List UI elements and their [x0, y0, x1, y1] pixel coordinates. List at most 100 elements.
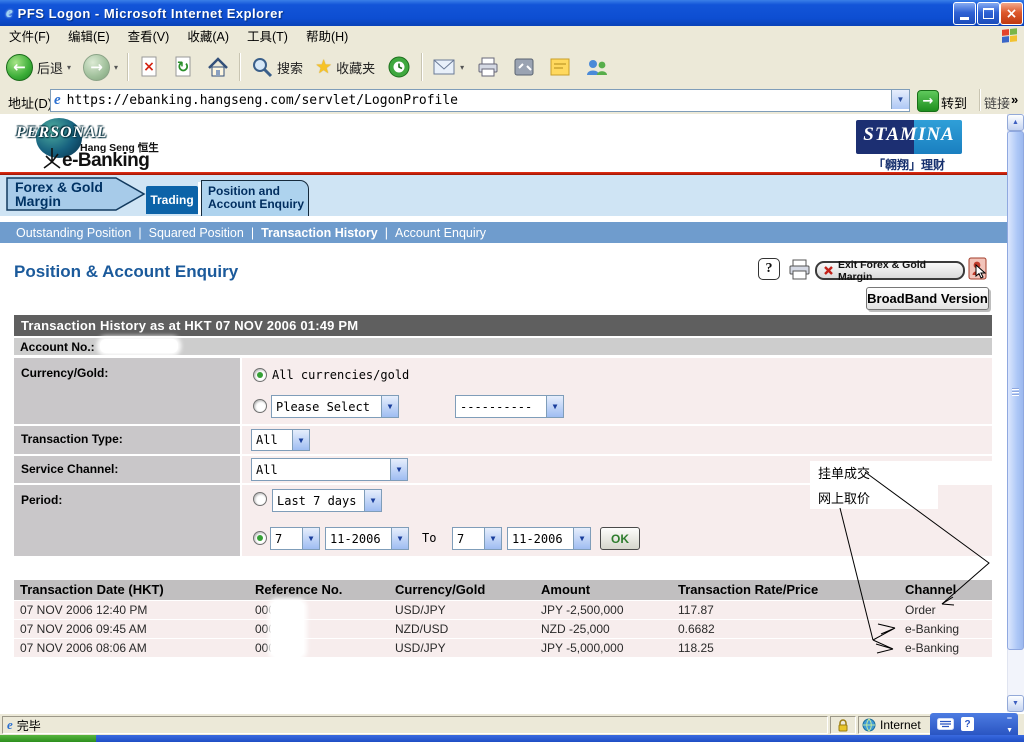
cell-date: 07 NOV 2006 08:06 AM: [20, 639, 147, 657]
period-preset-select[interactable]: Last 7 days ▼: [272, 489, 382, 512]
search-label: 搜索: [277, 58, 303, 77]
ok-button[interactable]: OK: [600, 527, 640, 550]
history-icon: [387, 55, 412, 80]
mail-button[interactable]: ▾: [426, 50, 470, 84]
taskbar-start-sliver[interactable]: [0, 735, 96, 742]
select-currency-radio[interactable]: [253, 399, 267, 413]
dropdown-arrow-icon[interactable]: ▼: [391, 528, 408, 549]
mail-icon: [432, 57, 456, 77]
broadband-version-button[interactable]: BroadBand Version: [866, 287, 989, 310]
subnav-squared-position[interactable]: Squared Position: [149, 226, 244, 240]
menu-help[interactable]: 帮助(H): [297, 26, 357, 48]
menu-tools[interactable]: 工具(T): [238, 26, 297, 48]
toolbar-separator: [979, 89, 981, 111]
dropdown-arrow-icon[interactable]: ▼: [573, 528, 590, 549]
exit-forex-gold-margin-button[interactable]: Exit Forex & Gold Margin: [815, 261, 965, 280]
edit-button[interactable]: [542, 50, 578, 84]
close-button[interactable]: ×: [1000, 2, 1023, 25]
ime-minimize-icon[interactable]: −: [1007, 713, 1012, 723]
ime-help-icon[interactable]: ?: [961, 717, 974, 731]
links-label[interactable]: 链接: [984, 93, 1010, 112]
dropdown-arrow-icon[interactable]: ▼: [390, 459, 407, 480]
menu-edit[interactable]: 编辑(E): [59, 26, 119, 48]
go-button[interactable]: →: [917, 90, 939, 112]
from-day-select[interactable]: 7 ▼: [270, 527, 320, 550]
fit-window-button[interactable]: [506, 50, 542, 84]
to-month-select[interactable]: 11-2006 ▼: [507, 527, 591, 550]
dropdown-arrow-icon[interactable]: ▼: [292, 430, 309, 450]
page-header: PERSONAL Hang Seng 恒生 e-Banking STAMINA …: [0, 114, 1007, 172]
browser-window: e PFS Logon - Microsoft Internet Explore…: [0, 0, 1024, 742]
page-icon: e: [54, 92, 61, 109]
keyboard-icon[interactable]: [937, 718, 954, 730]
svg-text:↻: ↻: [177, 58, 190, 76]
period-preset-radio[interactable]: [253, 492, 267, 506]
currency-select[interactable]: Please Select ▼: [271, 395, 399, 418]
table-row: 07 NOV 2006 08:06 AM 000 USD/JPY JPY -5,…: [14, 639, 992, 657]
refresh-icon: ↻: [172, 55, 194, 79]
currency-select-2[interactable]: ---------- ▼: [455, 395, 564, 418]
toolbar-separator: [127, 53, 129, 81]
menu-view[interactable]: 查看(V): [119, 26, 179, 48]
from-month-select[interactable]: 11-2006 ▼: [325, 527, 409, 550]
stop-button[interactable]: ×: [132, 50, 166, 84]
home-button[interactable]: [200, 50, 236, 84]
annotation-online-quote: 网上取价: [810, 485, 938, 509]
service-channel-label: Service Channel:: [14, 456, 240, 476]
dropdown-arrow-icon[interactable]: ▼: [364, 490, 381, 511]
cell-amount: JPY -2,500,000: [541, 601, 624, 619]
zone-label: Internet: [880, 718, 921, 732]
forward-dropdown-icon[interactable]: ▾: [114, 63, 118, 72]
account-number-redacted: [100, 339, 178, 353]
dropdown-arrow-icon[interactable]: ▼: [302, 528, 319, 549]
all-currencies-radio[interactable]: [253, 368, 267, 382]
subnav-pipe: |: [138, 226, 141, 240]
menu-file[interactable]: 文件(F): [0, 26, 59, 48]
restore-button[interactable]: [977, 2, 1000, 25]
forward-button[interactable]: → ▾: [77, 50, 124, 84]
to-day-select[interactable]: 7 ▼: [452, 527, 502, 550]
menu-favorites[interactable]: 收藏(A): [178, 26, 238, 48]
search-button[interactable]: 搜索: [244, 50, 309, 84]
back-dropdown-icon[interactable]: ▾: [67, 63, 71, 72]
messenger-button[interactable]: [578, 50, 616, 84]
dropdown-arrow-icon[interactable]: ▼: [381, 396, 398, 417]
dropdown-arrow-icon[interactable]: ▼: [546, 396, 563, 417]
transaction-type-select[interactable]: All ▼: [251, 429, 310, 451]
scrollbar-thumb[interactable]: [1007, 131, 1024, 650]
subnav-outstanding-position[interactable]: Outstanding Position: [16, 226, 131, 240]
print-page-icon[interactable]: [787, 258, 812, 281]
help-icon[interactable]: ?: [758, 258, 780, 280]
refresh-button[interactable]: ↻: [166, 50, 200, 84]
minimize-icon: [960, 17, 969, 20]
ime-options-icon[interactable]: ▼: [1006, 727, 1013, 734]
period-range-radio[interactable]: [253, 531, 267, 545]
page-title: Position & Account Enquiry: [14, 262, 238, 282]
scroll-up-button[interactable]: ▲: [1007, 114, 1024, 131]
fit-window-icon: [512, 56, 536, 78]
subnav-account-enquiry[interactable]: Account Enquiry: [395, 226, 486, 240]
go-icon: →: [917, 90, 939, 112]
mail-dropdown-icon[interactable]: ▾: [460, 63, 464, 72]
back-button[interactable]: ← 后退 ▾: [0, 50, 77, 84]
col-currency-gold: Currency/Gold: [395, 580, 485, 600]
address-dropdown-button[interactable]: ▼: [891, 90, 909, 109]
tab-position-account-enquiry[interactable]: Position and Account Enquiry: [201, 180, 309, 216]
print-button[interactable]: [470, 50, 506, 84]
address-input[interactable]: e https://ebanking.hangseng.com/servlet/…: [50, 89, 910, 112]
links-chevron-icon[interactable]: »: [1011, 92, 1018, 107]
address-url: https://ebanking.hangseng.com/servlet/Lo…: [67, 93, 458, 108]
minimize-button[interactable]: [953, 2, 976, 25]
scroll-down-button[interactable]: ▼: [1007, 695, 1024, 712]
cell-currency: NZD/USD: [395, 620, 448, 638]
stop-icon: ×: [138, 55, 160, 79]
go-label[interactable]: 转到: [941, 93, 967, 112]
subnav-transaction-history[interactable]: Transaction History: [261, 226, 378, 240]
favorites-button[interactable]: ★ 收藏夹: [309, 50, 381, 84]
transaction-type-value: All: [252, 433, 292, 447]
taskbar-sliver[interactable]: [96, 735, 1024, 742]
dropdown-arrow-icon[interactable]: ▼: [484, 528, 501, 549]
history-button[interactable]: [381, 50, 418, 84]
tab-trading[interactable]: Trading: [146, 186, 198, 214]
service-channel-select[interactable]: All ▼: [251, 458, 408, 481]
